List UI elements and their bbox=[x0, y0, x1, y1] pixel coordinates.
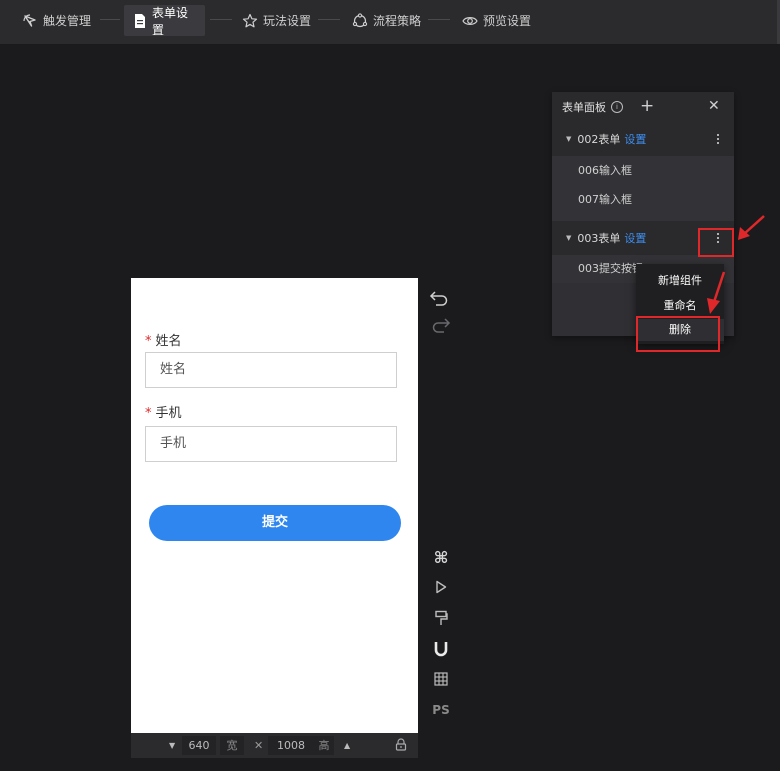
step-separator bbox=[210, 19, 232, 20]
info-icon[interactable]: i bbox=[611, 101, 623, 113]
command-icon[interactable]: ⌘ bbox=[430, 546, 452, 568]
phone-input[interactable]: 手机 bbox=[145, 426, 397, 462]
star-icon bbox=[242, 13, 258, 29]
step-label: 表单设置 bbox=[152, 5, 189, 37]
step-gameplay[interactable]: 玩法设置 bbox=[234, 5, 319, 36]
step-label: 触发管理 bbox=[43, 14, 92, 28]
canvas-width-input[interactable]: 640 bbox=[182, 736, 216, 755]
component-item[interactable]: 006输入框 bbox=[552, 156, 734, 185]
step-preview[interactable]: 预览设置 bbox=[454, 5, 539, 36]
step-label: 玩法设置 bbox=[263, 14, 312, 28]
step-label: 预览设置 bbox=[483, 14, 532, 28]
magnet-icon[interactable] bbox=[430, 638, 452, 660]
caret-down-icon[interactable]: ▼ bbox=[566, 234, 571, 242]
field-label-text: 手机 bbox=[155, 406, 182, 421]
form-group-name: 003表单 bbox=[577, 232, 621, 245]
field-label-text: 姓名 bbox=[155, 334, 182, 349]
step-flow[interactable]: 流程策略 bbox=[344, 5, 429, 36]
document-icon bbox=[132, 13, 147, 29]
width-unit: 宽 bbox=[220, 736, 244, 755]
step-form-settings[interactable]: 表单设置 bbox=[124, 5, 205, 37]
undo-icon[interactable] bbox=[429, 288, 451, 308]
canvas-size-bar: ▼ 640 宽 ✕ 1008 高 ▲ bbox=[131, 733, 418, 758]
ps-button[interactable]: PS bbox=[430, 699, 452, 721]
step-label: 流程策略 bbox=[373, 14, 422, 28]
field-label-phone: * 手机 bbox=[145, 402, 182, 421]
caret-up-icon[interactable]: ▲ bbox=[344, 736, 350, 755]
annotation-box-more bbox=[698, 228, 734, 257]
format-painter-icon[interactable] bbox=[430, 607, 452, 629]
form-group-002[interactable]: ▼ 002表单 设置 bbox=[552, 122, 734, 156]
canvas-height-input[interactable]: 1008 bbox=[268, 736, 314, 755]
grid-icon[interactable] bbox=[430, 668, 452, 690]
lock-icon[interactable] bbox=[395, 738, 407, 757]
step-separator bbox=[318, 19, 340, 20]
phone-canvas: * 姓名 姓名 * 手机 手机 提交 bbox=[131, 278, 418, 733]
eye-icon bbox=[462, 13, 478, 29]
play-icon[interactable] bbox=[430, 576, 452, 598]
group-gap bbox=[552, 214, 734, 221]
times-icon: ✕ bbox=[254, 739, 264, 752]
component-item[interactable]: 007输入框 bbox=[552, 185, 734, 214]
add-icon[interactable]: + bbox=[640, 97, 654, 115]
field-label-name: * 姓名 bbox=[145, 330, 182, 349]
form-panel-header: 表单面板 i + ✕ bbox=[552, 92, 734, 122]
step-bar: 触发管理 表单设置 玩法设置 流程策略 预览设置 bbox=[0, 0, 780, 45]
annotation-arrow-icon bbox=[738, 215, 765, 240]
more-vertical-icon[interactable] bbox=[710, 130, 726, 148]
step-trigger[interactable]: 触发管理 bbox=[14, 5, 99, 36]
form-panel-title: 表单面板 bbox=[562, 101, 606, 114]
required-mark: * bbox=[145, 406, 152, 421]
redo-icon[interactable] bbox=[429, 315, 451, 335]
form-settings-link[interactable]: 设置 bbox=[624, 230, 646, 246]
annotation-box-delete bbox=[636, 316, 720, 352]
form-group-name: 002表单 bbox=[577, 133, 621, 146]
caret-down-icon[interactable]: ▼ bbox=[566, 135, 571, 143]
annotation-arrow-icon bbox=[707, 271, 726, 314]
step-separator bbox=[100, 19, 120, 20]
trigger-icon bbox=[22, 13, 38, 29]
required-mark: * bbox=[145, 334, 152, 349]
close-icon[interactable]: ✕ bbox=[708, 97, 720, 115]
form-settings-link[interactable]: 设置 bbox=[624, 131, 646, 147]
step-separator bbox=[428, 19, 450, 20]
name-input[interactable]: 姓名 bbox=[145, 352, 397, 388]
flow-icon bbox=[352, 12, 368, 29]
caret-down-icon[interactable]: ▼ bbox=[169, 736, 175, 755]
submit-button[interactable]: 提交 bbox=[149, 505, 401, 541]
height-unit: 高 bbox=[314, 736, 334, 755]
